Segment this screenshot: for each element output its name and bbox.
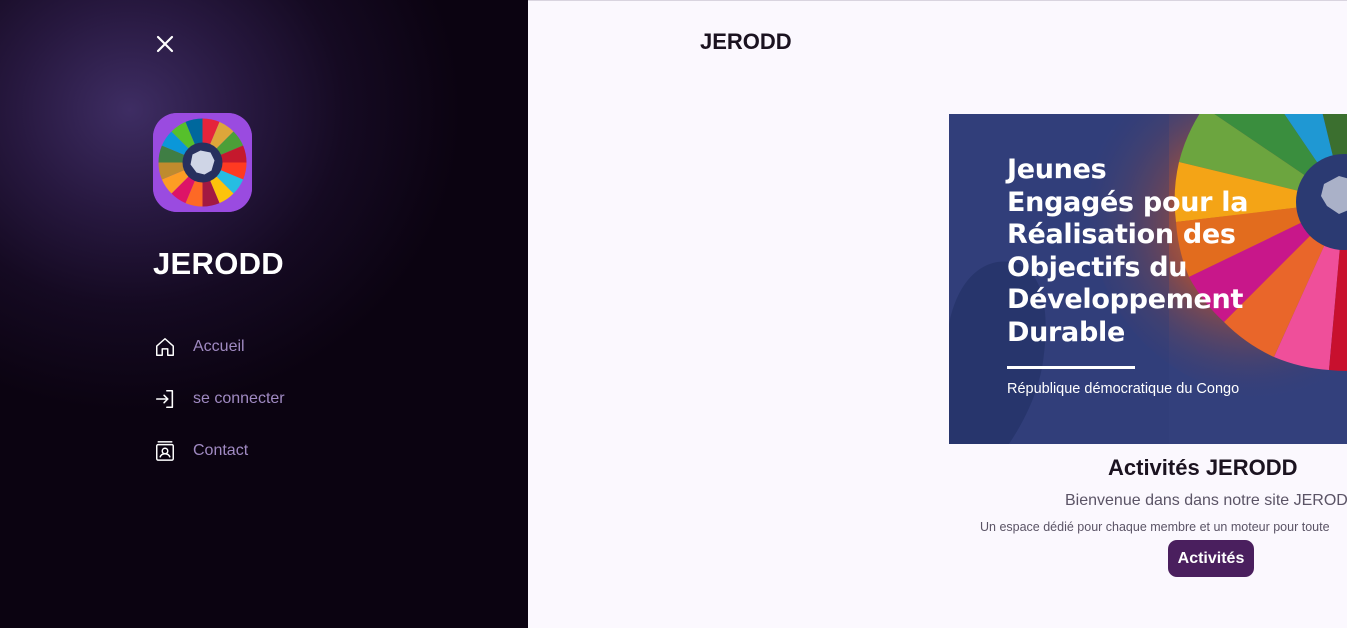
welcome-text: Bienvenue dans dans notre site JEROD xyxy=(1065,492,1347,509)
home-icon xyxy=(153,335,177,359)
nav-label-contact: Contact xyxy=(193,442,249,459)
nav-item-accueil[interactable]: Accueil xyxy=(153,333,245,361)
activities-button[interactable]: Activités xyxy=(1168,540,1254,577)
description-text: Un espace dédié pour chaque membre et un… xyxy=(980,520,1330,534)
login-icon xyxy=(153,387,177,411)
nav-item-contact[interactable]: Contact xyxy=(153,437,248,465)
hero-banner: Jeunes Engagés pour la Réalisation des O… xyxy=(949,114,1347,444)
hero-title: Jeunes Engagés pour la Réalisation des O… xyxy=(1007,154,1249,348)
hero-subtitle: République démocratique du Congo xyxy=(1007,381,1240,397)
nav-label-accueil: Accueil xyxy=(193,338,245,355)
navigation-drawer: JERODD Accueil se connecter Contact xyxy=(0,0,528,628)
nav-item-se-connecter[interactable]: se connecter xyxy=(153,385,285,413)
contact-icon xyxy=(153,439,177,463)
jerodd-logo xyxy=(153,113,252,212)
hero-divider xyxy=(1007,366,1135,369)
activities-title: Activités JERODD xyxy=(1108,455,1298,480)
nav-label-se-connecter: se connecter xyxy=(193,390,285,407)
page-title: JERODD xyxy=(700,29,792,54)
brand-name: JERODD xyxy=(153,246,284,281)
close-icon[interactable] xyxy=(153,32,177,56)
